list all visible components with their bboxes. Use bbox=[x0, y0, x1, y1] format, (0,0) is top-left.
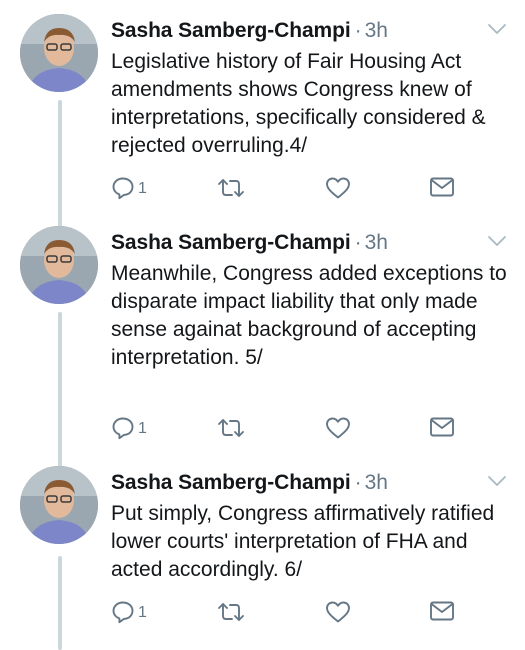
chevron-down-icon[interactable] bbox=[487, 22, 507, 36]
tweet-text: Put simply, Congress affirmatively ratif… bbox=[111, 502, 495, 581]
author-name[interactable]: Sasha Samberg-Champi bbox=[111, 19, 351, 43]
chevron-down-icon[interactable] bbox=[487, 474, 507, 488]
envelope-icon bbox=[430, 177, 454, 197]
avatar[interactable] bbox=[20, 14, 98, 92]
retweet-icon bbox=[218, 419, 244, 437]
reply-count: 1 bbox=[138, 420, 147, 437]
separator: · bbox=[354, 19, 362, 42]
tweet[interactable]: Sasha Samberg-Champi · 3h Legislative hi… bbox=[0, 14, 525, 214]
reply-icon bbox=[112, 417, 134, 440]
envelope-icon bbox=[430, 417, 454, 437]
reply-icon bbox=[112, 177, 134, 200]
retweet-icon bbox=[218, 179, 244, 197]
like-button[interactable] bbox=[325, 416, 351, 440]
chevron-down-icon[interactable] bbox=[487, 234, 507, 248]
separator: · bbox=[354, 231, 362, 254]
timestamp[interactable]: 3h bbox=[365, 19, 388, 43]
like-button[interactable] bbox=[325, 176, 351, 200]
tweet[interactable]: Sasha Samberg-Champi · 3h Put simply, Co… bbox=[0, 466, 525, 650]
heart-icon bbox=[326, 177, 350, 199]
retweet-button[interactable] bbox=[217, 416, 245, 440]
reply-count: 1 bbox=[138, 604, 147, 621]
reply-button[interactable]: 1 bbox=[111, 176, 147, 200]
heart-icon bbox=[326, 417, 350, 439]
action-bar: 1 bbox=[111, 600, 511, 630]
tweet-text: Legislative history of Fair Housing Act … bbox=[111, 50, 486, 157]
reply-icon bbox=[112, 601, 134, 624]
like-button[interactable] bbox=[325, 600, 351, 624]
tweet-header: Sasha Samberg-Champi · 3h bbox=[111, 466, 388, 500]
retweet-button[interactable] bbox=[217, 600, 245, 624]
tweet-header: Sasha Samberg-Champi · 3h bbox=[111, 226, 388, 260]
reply-button[interactable]: 1 bbox=[111, 600, 147, 624]
retweet-icon bbox=[218, 603, 244, 621]
avatar[interactable] bbox=[20, 466, 98, 544]
direct-message-button[interactable] bbox=[429, 416, 455, 438]
action-bar: 1 bbox=[111, 416, 511, 446]
direct-message-button[interactable] bbox=[429, 176, 455, 198]
reply-count: 1 bbox=[138, 180, 147, 197]
action-bar: 1 bbox=[111, 176, 511, 206]
separator: · bbox=[354, 471, 362, 494]
retweet-button[interactable] bbox=[217, 176, 245, 200]
tweet[interactable]: Sasha Samberg-Champi · 3h Meanwhile, Con… bbox=[0, 226, 525, 456]
author-name[interactable]: Sasha Samberg-Champi bbox=[111, 471, 351, 495]
heart-icon bbox=[326, 601, 350, 623]
reply-button[interactable]: 1 bbox=[111, 416, 147, 440]
avatar[interactable] bbox=[20, 226, 98, 304]
timestamp[interactable]: 3h bbox=[365, 231, 388, 255]
direct-message-button[interactable] bbox=[429, 600, 455, 622]
tweet-text: Meanwhile, Congress added exceptions to … bbox=[111, 262, 507, 369]
author-name[interactable]: Sasha Samberg-Champi bbox=[111, 231, 351, 255]
envelope-icon bbox=[430, 601, 454, 621]
tweet-header: Sasha Samberg-Champi · 3h bbox=[111, 14, 388, 48]
timestamp[interactable]: 3h bbox=[365, 471, 388, 495]
